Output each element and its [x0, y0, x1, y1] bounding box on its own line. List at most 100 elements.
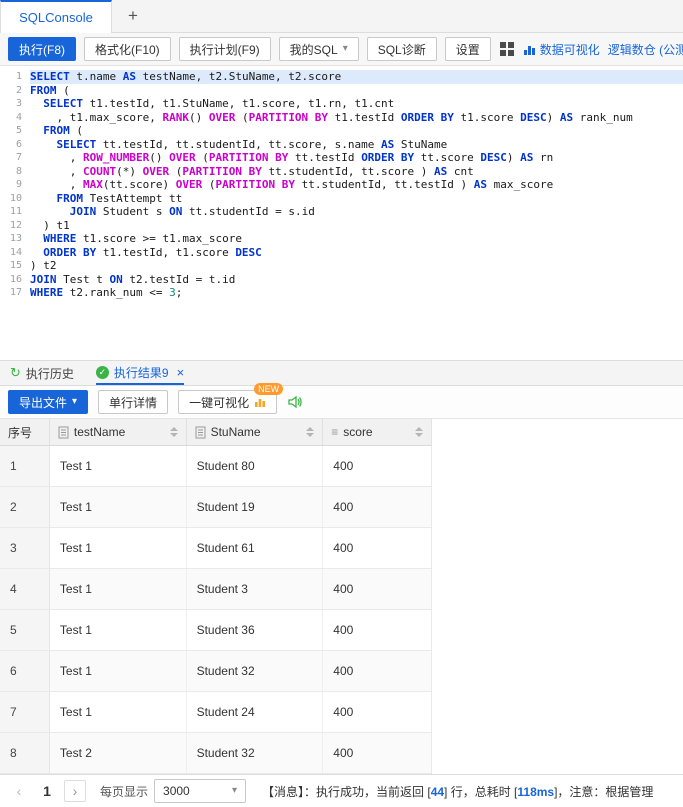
- data-cell[interactable]: Test 1: [50, 569, 187, 609]
- sql-editor[interactable]: 1 2 3 4 5 6 7 8 9 10 11 12 13 14 15 16 17 SELECT t.name …: [0, 66, 683, 360]
- table-row[interactable]: 3 Test 1 Student 61 400: [0, 528, 431, 569]
- table-row[interactable]: 8 Test 2 Student 32 400: [0, 733, 431, 774]
- data-cell[interactable]: 400: [323, 651, 431, 691]
- table-row[interactable]: 5 Test 1 Student 36 400: [0, 610, 431, 651]
- data-cell[interactable]: Student 24: [187, 692, 324, 732]
- column-header-stuname[interactable]: StuName: [187, 419, 324, 445]
- next-page-button[interactable]: ›: [64, 780, 86, 802]
- code-line[interactable]: SELECT t.name AS testName, t2.StuName, t…: [30, 70, 683, 84]
- data-cell[interactable]: 400: [323, 610, 431, 650]
- sql-diagnose-button[interactable]: SQL诊断: [366, 37, 437, 61]
- code-line[interactable]: , COUNT(*) OVER (PARTITION BY tt.student…: [30, 165, 683, 179]
- tab-execution-history[interactable]: ↻ 执行历史: [10, 361, 74, 385]
- code-line[interactable]: ) t1: [30, 219, 683, 233]
- data-cell[interactable]: Student 19: [187, 487, 324, 527]
- row-index-cell[interactable]: 7: [0, 692, 50, 732]
- my-sql-dropdown[interactable]: 我的SQL ▾: [278, 37, 359, 61]
- data-cell[interactable]: 400: [323, 446, 431, 486]
- code-line[interactable]: ORDER BY t1.testId, t1.score DESC: [30, 246, 683, 260]
- tab-sqlconsole[interactable]: SQLConsole: [0, 0, 112, 33]
- data-cell[interactable]: 400: [323, 569, 431, 609]
- tab-execution-result[interactable]: ✓ 执行结果9 ×: [95, 361, 185, 385]
- column-header-testname[interactable]: testName: [50, 419, 187, 445]
- status-message-part: 44: [430, 784, 445, 799]
- code-line[interactable]: , ROW_NUMBER() OVER (PARTITION BY tt.tes…: [30, 151, 683, 165]
- data-cell[interactable]: Student 61: [187, 528, 324, 568]
- row-index-cell[interactable]: 4: [0, 569, 50, 609]
- code-line[interactable]: ) t2: [30, 259, 683, 273]
- data-cell[interactable]: Test 2: [50, 733, 187, 773]
- page-size-select[interactable]: 3000 ▾: [154, 779, 247, 803]
- page-size-value: 3000: [163, 784, 190, 798]
- data-cell[interactable]: 400: [323, 528, 431, 568]
- result-table-header: 序号 testName StuName ≡ score: [0, 419, 432, 446]
- code-line[interactable]: WHERE t1.score >= t1.max_score: [30, 232, 683, 246]
- main-toolbar: 执行(F8) 格式化(F10) 执行计划(F9) 我的SQL ▾ SQL诊断 设…: [0, 33, 683, 66]
- sort-icon[interactable]: [306, 427, 315, 437]
- speaker-icon-svg: [288, 395, 302, 409]
- format-button[interactable]: 格式化(F10): [84, 37, 171, 61]
- column-header-score[interactable]: ≡ score: [323, 419, 431, 445]
- row-index-cell[interactable]: 2: [0, 487, 50, 527]
- add-tab-button[interactable]: +: [112, 0, 154, 32]
- row-index-cell[interactable]: 1: [0, 446, 50, 486]
- settings-button[interactable]: 设置: [444, 37, 491, 61]
- code-line[interactable]: , t1.max_score, RANK() OVER (PARTITION B…: [30, 111, 683, 125]
- close-icon[interactable]: ×: [177, 365, 185, 380]
- data-cell[interactable]: Student 3: [187, 569, 324, 609]
- column-stuname-label: StuName: [210, 425, 261, 439]
- export-file-dropdown[interactable]: 导出文件 ▾: [8, 390, 89, 414]
- page-size-label: 每页显示: [100, 784, 149, 799]
- row-index-cell[interactable]: 6: [0, 651, 50, 691]
- explain-plan-button[interactable]: 执行计划(F9): [178, 37, 271, 61]
- data-cell[interactable]: Test 1: [50, 692, 187, 732]
- code-line[interactable]: FROM (: [30, 124, 683, 138]
- data-cell[interactable]: 400: [323, 733, 431, 773]
- row-index-cell[interactable]: 8: [0, 733, 50, 773]
- data-cell[interactable]: Student 32: [187, 651, 324, 691]
- table-row[interactable]: 1 Test 1 Student 80 400: [0, 446, 431, 487]
- code-line[interactable]: WHERE t2.rank_num <= 3;: [30, 286, 683, 300]
- table-row[interactable]: 4 Test 1 Student 3 400: [0, 569, 431, 610]
- chevron-down-icon: ▾: [231, 785, 238, 796]
- speaker-icon[interactable]: [287, 394, 303, 410]
- row-detail-button[interactable]: 单行详情: [98, 390, 169, 414]
- data-cell[interactable]: Test 1: [50, 446, 187, 486]
- row-index-cell[interactable]: 5: [0, 610, 50, 650]
- my-sql-label: 我的SQL: [289, 42, 338, 57]
- table-row[interactable]: 7 Test 1 Student 24 400: [0, 692, 431, 733]
- table-row[interactable]: 6 Test 1 Student 32 400: [0, 651, 431, 692]
- sort-icon[interactable]: [169, 427, 178, 437]
- line-number: 6: [15, 138, 22, 150]
- sort-icon[interactable]: [415, 427, 423, 437]
- current-page[interactable]: 1: [36, 780, 58, 802]
- row-index-cell[interactable]: 3: [0, 528, 50, 568]
- code-line[interactable]: JOIN Test t ON t2.testId = t.id: [30, 273, 683, 287]
- data-visualization-link[interactable]: 数据可视化: [523, 41, 600, 58]
- prev-page-button[interactable]: ‹: [8, 780, 30, 802]
- data-cell[interactable]: Test 1: [50, 528, 187, 568]
- result-table-body: 1 Test 1 Student 80 400 2 Test 1 Student 19 400…: [0, 446, 432, 774]
- execute-button[interactable]: 执行(F8): [8, 37, 76, 61]
- code-area[interactable]: SELECT t.name AS testName, t2.StuName, t…: [30, 66, 683, 360]
- column-header-index[interactable]: 序号: [0, 419, 50, 445]
- code-line[interactable]: , MAX(tt.score) OVER (PARTITION BY tt.st…: [30, 178, 683, 192]
- line-number: 5: [15, 125, 22, 136]
- code-line[interactable]: SELECT t1.testId, t1.StuName, t1.score, …: [30, 97, 683, 111]
- data-cell[interactable]: Student 32: [187, 733, 324, 773]
- code-line[interactable]: SELECT tt.testId, tt.studentId, tt.score…: [30, 138, 683, 152]
- data-cell[interactable]: 400: [323, 692, 431, 732]
- code-line[interactable]: JOIN Student s ON tt.studentId = s.id: [30, 205, 683, 219]
- code-line[interactable]: FROM TestAttempt tt: [30, 192, 683, 206]
- table-row[interactable]: 2 Test 1 Student 19 400: [0, 487, 431, 528]
- data-cell[interactable]: Test 1: [50, 651, 187, 691]
- logical-warehouse-link[interactable]: 逻辑数仓 (公测): [608, 41, 683, 58]
- data-cell[interactable]: 400: [323, 487, 431, 527]
- data-cell[interactable]: Test 1: [50, 610, 187, 650]
- data-cell[interactable]: Student 36: [187, 610, 324, 650]
- tab-sqlconsole-label: SQLConsole: [19, 10, 93, 25]
- grid-icon[interactable]: [499, 41, 515, 57]
- data-cell[interactable]: Test 1: [50, 487, 187, 527]
- data-cell[interactable]: Student 80: [187, 446, 324, 486]
- code-line[interactable]: FROM (: [30, 84, 683, 98]
